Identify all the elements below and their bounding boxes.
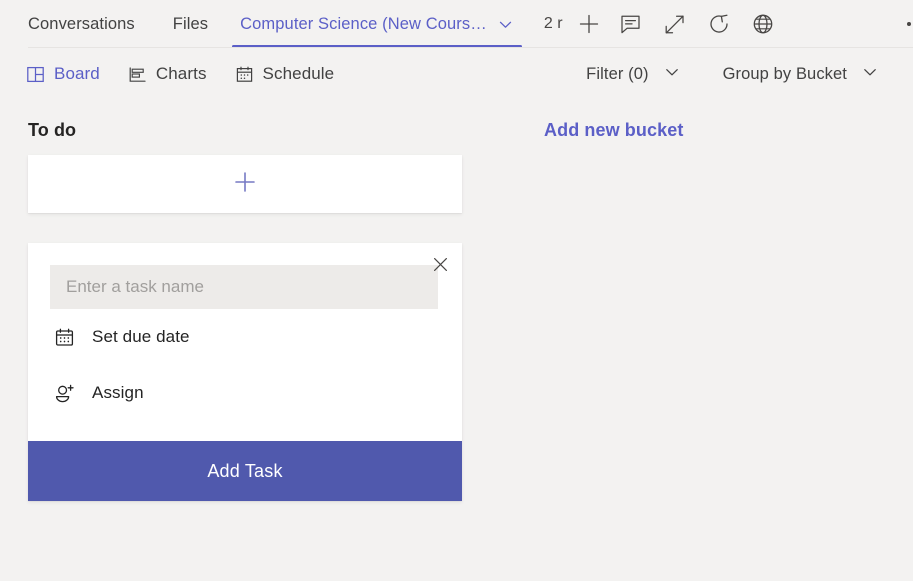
tab-label: Conversations (28, 14, 135, 33)
calendar-icon (235, 65, 254, 84)
board-grid-icon (26, 65, 45, 84)
bucket-title: To do (28, 120, 77, 140)
planner-subnav: Board Charts Schedule Filter (0) Group b… (0, 48, 913, 100)
tab-strip: Conversations Files Computer Science (Ne… (0, 0, 913, 48)
expand-button[interactable] (653, 2, 697, 46)
tab-charts-label: Charts (155, 64, 207, 83)
new-task-form-body: Set due date Assign (28, 243, 462, 441)
task-name-input[interactable] (50, 265, 438, 309)
chevron-down-icon (861, 63, 879, 86)
tab-files[interactable]: Files (157, 0, 224, 48)
add-task-submit-button[interactable]: Add Task (28, 441, 462, 501)
plus-icon (577, 12, 601, 36)
new-task-form: Set due date Assign Add Task (28, 243, 462, 501)
planner-view-tabs: Board Charts Schedule (26, 64, 334, 84)
assign-row[interactable]: Assign (50, 365, 440, 421)
plus-icon (232, 169, 258, 200)
refresh-icon (707, 12, 731, 36)
close-new-task-button[interactable] (426, 253, 454, 281)
set-due-date-row[interactable]: Set due date (50, 309, 440, 365)
group-by-dropdown[interactable]: Group by Bucket (723, 63, 879, 86)
chat-button[interactable] (609, 2, 653, 46)
tab-conversations[interactable]: Conversations (28, 0, 157, 48)
filter-dropdown[interactable]: Filter (0) (586, 63, 680, 86)
globe-icon (751, 12, 775, 36)
tab-board[interactable]: Board (26, 64, 100, 84)
chevron-down-icon[interactable] (497, 16, 514, 33)
chat-bubble-icon (619, 13, 642, 36)
set-due-date-label: Set due date (92, 327, 190, 346)
add-new-bucket-column: Add new bucket (462, 112, 683, 501)
chevron-down-icon (663, 63, 681, 86)
calendar-icon (52, 327, 76, 348)
add-task-card-button[interactable] (28, 155, 462, 213)
tab-schedule-label: Schedule (262, 64, 335, 83)
planner-subnav-controls: Filter (0) Group by Bucket (586, 63, 893, 86)
tab-computer-science[interactable]: Computer Science (New Cours… (224, 0, 530, 48)
tab-overflow-label: 2 r (543, 15, 563, 32)
more-options-button[interactable] (907, 22, 911, 26)
refresh-button[interactable] (697, 2, 741, 46)
tab-charts[interactable]: Charts (128, 64, 207, 84)
planner-board: To do Enter a task name Set due date Ass… (0, 100, 913, 501)
tab-board-label: Board (54, 64, 100, 83)
person-add-icon (52, 383, 76, 404)
tab-strip-actions (569, 0, 785, 48)
filter-label: Filter (0) (586, 64, 649, 83)
expand-diagonal-icon (663, 13, 686, 36)
close-icon (433, 257, 448, 277)
add-tab-button[interactable] (569, 2, 609, 46)
bucket-to-do: To do Enter a task name Set due date Ass… (0, 112, 462, 501)
tab-schedule[interactable]: Schedule (235, 64, 335, 84)
open-in-browser-button[interactable] (741, 2, 785, 46)
assign-label: Assign (92, 383, 144, 402)
bar-chart-icon (128, 65, 147, 84)
add-new-bucket-button[interactable]: Add new bucket (544, 120, 683, 141)
group-by-label: Group by Bucket (722, 64, 847, 83)
tab-label: Computer Science (New Cours… (240, 14, 487, 33)
tab-overflow-count[interactable]: 2 r (530, 0, 567, 48)
tab-label: Files (172, 14, 209, 33)
